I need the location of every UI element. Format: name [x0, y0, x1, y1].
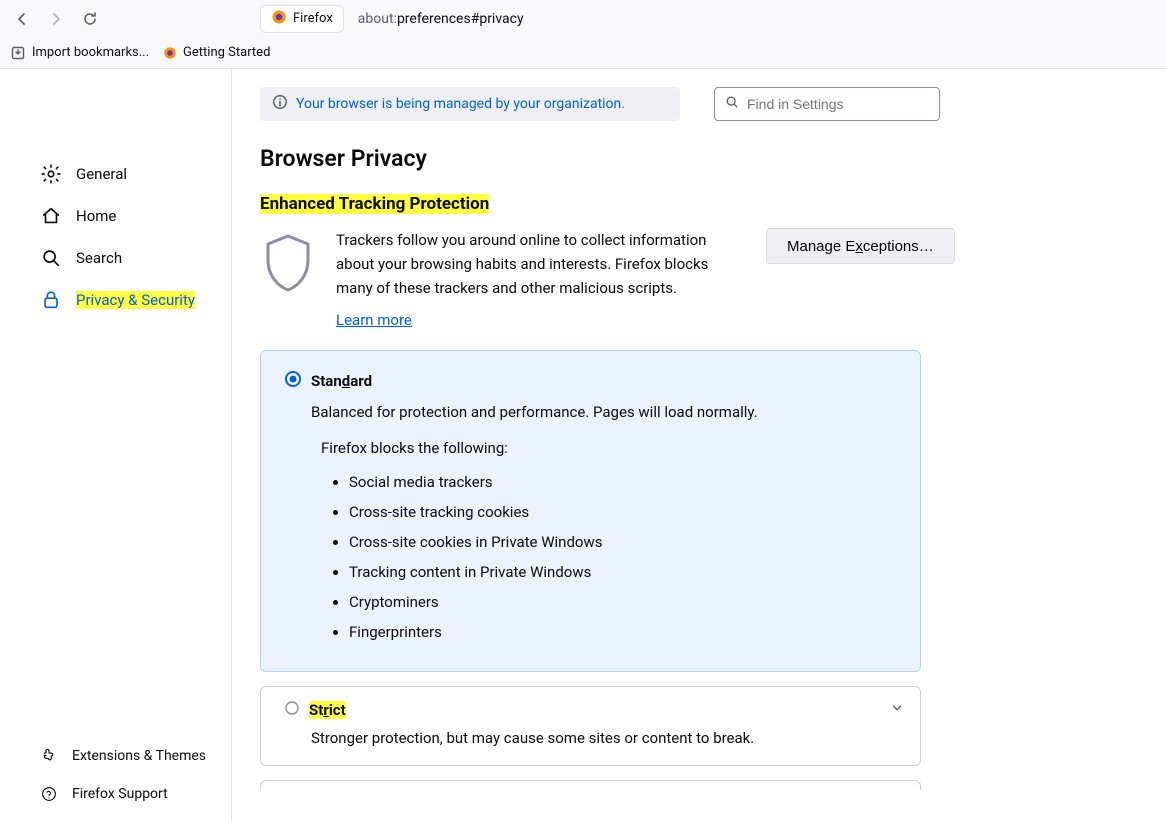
strict-title: Strict [309, 701, 346, 719]
content-area: General Home Search Privacy & Security [0, 69, 1165, 821]
etp-option-standard[interactable]: Standard Balanced for protection and per… [260, 350, 921, 672]
sidebar-item-label: Privacy & Security [76, 291, 195, 309]
info-icon [272, 94, 288, 114]
firefox-logo-icon [271, 9, 287, 29]
list-item: Cryptominers [349, 587, 896, 617]
reload-button[interactable] [76, 5, 104, 33]
sidebar-item-support[interactable]: Firefox Support [0, 775, 231, 821]
import-bookmarks-button[interactable]: Import bookmarks... [10, 45, 149, 61]
settings-sidebar: General Home Search Privacy & Security [0, 69, 232, 821]
settings-search-input[interactable] [747, 96, 929, 112]
list-item: Social media trackers [349, 467, 896, 497]
settings-main: Your browser is being managed by your or… [232, 69, 1165, 821]
import-bookmarks-label: Import bookmarks... [32, 45, 149, 60]
lock-icon [40, 289, 62, 311]
standard-block-list: Social media trackers Cross-site trackin… [333, 467, 896, 647]
sidebar-item-general[interactable]: General [0, 153, 231, 195]
etp-heading: Enhanced Tracking Protection [260, 194, 489, 214]
sidebar-item-extensions[interactable]: Extensions & Themes [0, 737, 231, 775]
radio-strict[interactable] [285, 701, 299, 719]
sidebar-item-label: Search [76, 249, 122, 267]
etp-option-custom[interactable] [260, 780, 921, 790]
gear-icon [40, 163, 62, 185]
getting-started-label: Getting Started [183, 45, 270, 60]
managed-banner-text: Your browser is being managed by your or… [296, 96, 625, 112]
shield-icon [260, 232, 316, 288]
url-path: preferences#privacy [397, 11, 524, 27]
home-icon [40, 205, 62, 227]
list-item: Cross-site cookies in Private Windows [349, 527, 896, 557]
browser-toolbar: Firefox about:preferences#privacy [0, 0, 1165, 37]
managed-banner[interactable]: Your browser is being managed by your or… [260, 87, 680, 121]
current-tab[interactable]: Firefox [260, 5, 344, 33]
puzzle-icon [40, 747, 58, 765]
help-icon [40, 785, 58, 803]
manage-exceptions-button[interactable]: Manage Exceptions… [766, 228, 955, 264]
top-row: Your browser is being managed by your or… [260, 87, 1165, 121]
url-scheme: about: [358, 11, 397, 27]
sidebar-item-search[interactable]: Search [0, 237, 231, 279]
bookmarks-bar: Import bookmarks... Getting Started [0, 37, 1165, 69]
search-icon [40, 247, 62, 269]
blocks-intro: Firefox blocks the following: [321, 439, 896, 457]
list-item: Cross-site tracking cookies [349, 497, 896, 527]
etp-description: Trackers follow you around online to col… [336, 231, 708, 297]
getting-started-bookmark[interactable]: Getting Started [163, 45, 270, 60]
standard-desc: Balanced for protection and performance.… [311, 403, 896, 421]
etp-row: Trackers follow you around online to col… [260, 228, 1165, 332]
list-item: Tracking content in Private Windows [349, 557, 896, 587]
settings-search[interactable] [714, 87, 940, 121]
standard-title: Standard [311, 372, 372, 390]
search-icon [725, 95, 739, 113]
sidebar-item-label: Firefox Support [72, 786, 168, 802]
sidebar-item-privacy[interactable]: Privacy & Security [0, 279, 231, 321]
tab-title: Firefox [293, 11, 333, 26]
learn-more-link[interactable]: Learn more [336, 308, 412, 332]
url-bar[interactable]: about:preferences#privacy [358, 11, 524, 27]
strict-desc: Stronger protection, but may cause some … [311, 729, 896, 747]
sidebar-item-home[interactable]: Home [0, 195, 231, 237]
etp-option-strict[interactable]: Strict Stronger protection, but may caus… [260, 686, 921, 766]
forward-button[interactable] [42, 5, 70, 33]
sidebar-item-label: General [76, 165, 127, 183]
sidebar-item-label: Home [76, 207, 116, 225]
back-button[interactable] [8, 5, 36, 33]
radio-standard[interactable] [285, 371, 301, 391]
sidebar-item-label: Extensions & Themes [72, 748, 206, 764]
chevron-down-icon[interactable] [890, 701, 904, 719]
page-title: Browser Privacy [260, 145, 1165, 172]
etp-description-block: Trackers follow you around online to col… [336, 228, 716, 332]
list-item: Fingerprinters [349, 617, 896, 647]
